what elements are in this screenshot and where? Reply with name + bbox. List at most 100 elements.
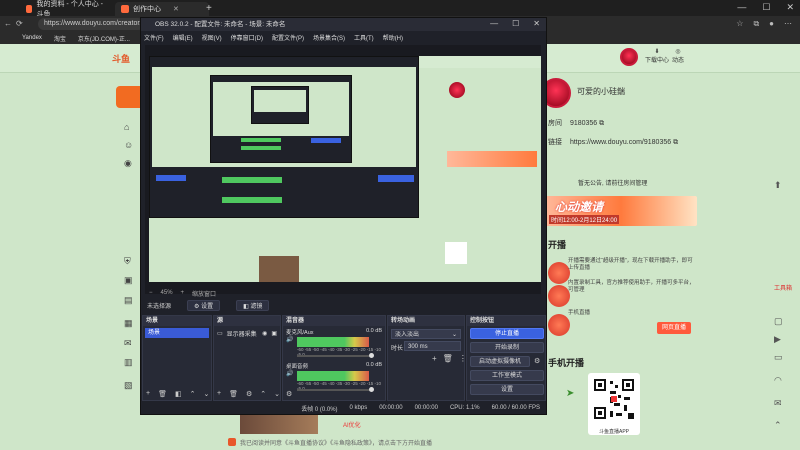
doc-icon[interactable]: ▥: [124, 357, 133, 368]
add-icon[interactable]: +: [146, 390, 150, 398]
tools-label[interactable]: 工具箱: [774, 283, 792, 292]
video-icon[interactable]: ▣: [124, 275, 133, 286]
profile-icon[interactable]: ●: [769, 19, 774, 29]
zoom-level[interactable]: 45%: [161, 290, 173, 296]
add-icon[interactable]: +: [217, 390, 221, 398]
room-label: 房间: [548, 120, 562, 127]
header-avatar[interactable]: [620, 48, 638, 66]
mic-volume-knob[interactable]: [369, 353, 374, 358]
chat-icon[interactable]: ✉: [774, 398, 782, 409]
visibility-icon[interactable]: ◉: [262, 330, 267, 337]
menu-edit[interactable]: 编辑(E): [173, 33, 193, 42]
refresh-icon[interactable]: ⟳: [16, 19, 23, 28]
bookmark-star-icon[interactable]: ☆: [736, 19, 743, 29]
shield-icon[interactable]: ⛨: [124, 256, 131, 267]
settings-button[interactable]: 设置: [470, 384, 544, 395]
maximize-icon[interactable]: ☐: [762, 2, 770, 13]
agree-checkbox[interactable]: [228, 438, 236, 446]
source-item[interactable]: ▭ 显示器采集 ◉ ▣: [214, 326, 280, 341]
copy-icon[interactable]: ⧉: [599, 120, 604, 127]
copy-icon[interactable]: ⧉: [673, 139, 678, 146]
transition-select[interactable]: 淡入淡出 ⌄: [391, 329, 461, 339]
menu-scene-collection[interactable]: 场景集合(S): [313, 33, 345, 42]
menu-help[interactable]: 帮助(H): [383, 33, 403, 42]
studio-mode-button[interactable]: 工作室模式: [470, 370, 544, 381]
up-icon[interactable]: ⌃: [774, 420, 782, 431]
browser-tab-active[interactable]: 创作中心 ✕: [115, 2, 209, 16]
lock-icon[interactable]: ▣: [271, 330, 277, 337]
trash-icon[interactable]: 🗑: [229, 390, 238, 398]
scenes-dock: 场景 场景 + 🗑 ◧ ⌃ ⌄: [142, 315, 212, 401]
duration-input[interactable]: 300 ms: [404, 341, 461, 351]
chart-icon[interactable]: ▤: [124, 295, 133, 306]
dynamics-link[interactable]: ◎ 动态: [672, 48, 684, 64]
menu-tools[interactable]: 工具(T): [354, 33, 374, 42]
address-bar[interactable]: https://www.douyu.com/creator/main/liv: [38, 18, 144, 30]
add-icon[interactable]: +: [432, 354, 437, 363]
menu-profile[interactable]: 配置文件(P): [272, 33, 304, 42]
trash-icon[interactable]: 🗑: [158, 390, 167, 398]
minimize-icon[interactable]: —: [737, 2, 746, 13]
user-icon[interactable]: ☺: [124, 140, 133, 150]
settings-icon[interactable]: ⚙: [286, 390, 292, 398]
grid-icon[interactable]: ▦: [124, 318, 133, 329]
desktop-volume-knob[interactable]: [369, 387, 374, 392]
duration-label: 时长: [391, 346, 404, 352]
zoom-in-icon[interactable]: +: [181, 290, 185, 296]
cart-icon[interactable]: ▧: [124, 380, 133, 391]
properties-button[interactable]: ⚙ 设置: [187, 299, 221, 311]
start-virtual-camera-button[interactable]: 启动虚拟摄像机: [470, 356, 530, 367]
notice-text[interactable]: 暂无公告, 请前往房间管理: [578, 178, 647, 187]
filter-icon[interactable]: ◧: [175, 390, 182, 398]
headset-icon[interactable]: ◠: [774, 375, 782, 386]
down-icon[interactable]: ⌄: [203, 390, 209, 398]
close-window-icon[interactable]: ✕: [786, 2, 794, 13]
virtual-camera-gear-icon[interactable]: ⚙: [534, 357, 540, 365]
event-banner[interactable]: 心动邀请 时间12:00-2月12日24:00: [545, 196, 697, 226]
desktop-mute-icon[interactable]: 🔊: [286, 370, 293, 377]
bookmark-yandex[interactable]: Yandex: [22, 35, 42, 41]
scene-item[interactable]: 场景: [145, 328, 209, 338]
zoom-out-icon[interactable]: −: [149, 290, 153, 296]
browser-tab[interactable]: 我的资料 - 个人中心 - 斗鱼 ✕: [20, 1, 127, 18]
bookmark-jd[interactable]: 京东(JD.COM)-正...: [78, 34, 130, 43]
close-window-icon[interactable]: ✕: [533, 19, 540, 28]
location-icon[interactable]: ◉: [124, 158, 132, 169]
top-icon[interactable]: ⬆: [774, 180, 782, 191]
start-recording-button[interactable]: 开始录制: [470, 342, 544, 353]
bookmark-taobao[interactable]: 淘宝: [54, 34, 66, 43]
screen-icon[interactable]: ▭: [774, 352, 783, 363]
extensions-icon[interactable]: ⧉: [753, 19, 759, 29]
back-icon[interactable]: ←: [4, 19, 12, 28]
mail-icon[interactable]: ✉: [124, 338, 132, 349]
menu-file[interactable]: 文件(F): [144, 33, 164, 42]
desktop-volume-slider[interactable]: [297, 389, 371, 391]
home-icon[interactable]: ⌂: [124, 122, 129, 132]
web-live-button[interactable]: 网页直播: [657, 322, 691, 334]
menu-docks[interactable]: 停靠窗口(D): [231, 33, 263, 42]
room-url[interactable]: https://www.douyu.com/9180356: [570, 139, 671, 146]
new-tab-icon[interactable]: +: [206, 3, 212, 14]
close-tab-icon[interactable]: ✕: [173, 5, 179, 13]
filters-button[interactable]: ◧ 滤镜: [236, 299, 270, 311]
up-icon[interactable]: ⌃: [190, 390, 196, 398]
obs-preview[interactable]: [145, 45, 541, 294]
maximize-icon[interactable]: ☐: [512, 19, 519, 28]
stop-streaming-button[interactable]: 停止直播: [470, 328, 544, 339]
zoom-mode[interactable]: 缩放窗口: [192, 289, 216, 298]
mic-volume-slider[interactable]: [297, 355, 371, 357]
app-icon[interactable]: ▢: [774, 316, 783, 327]
ai-link[interactable]: AI优化: [343, 420, 361, 429]
more-icon[interactable]: ⋯: [784, 19, 792, 29]
controls-dock-title: 控制按钮: [467, 316, 545, 326]
down-icon[interactable]: ⌄: [274, 390, 280, 398]
gear-icon[interactable]: ⚙: [246, 390, 252, 398]
download-center-link[interactable]: ⬇ 下载中心: [645, 48, 669, 64]
play-icon[interactable]: ▶: [774, 334, 781, 345]
site-logo[interactable]: 斗鱼: [112, 52, 130, 65]
trash-icon[interactable]: 🗑: [443, 354, 453, 363]
mic-mute-icon[interactable]: 🔊: [286, 336, 293, 343]
menu-view[interactable]: 视图(V): [202, 33, 222, 42]
minimize-icon[interactable]: —: [490, 19, 498, 28]
up-icon[interactable]: ⌃: [260, 390, 266, 398]
